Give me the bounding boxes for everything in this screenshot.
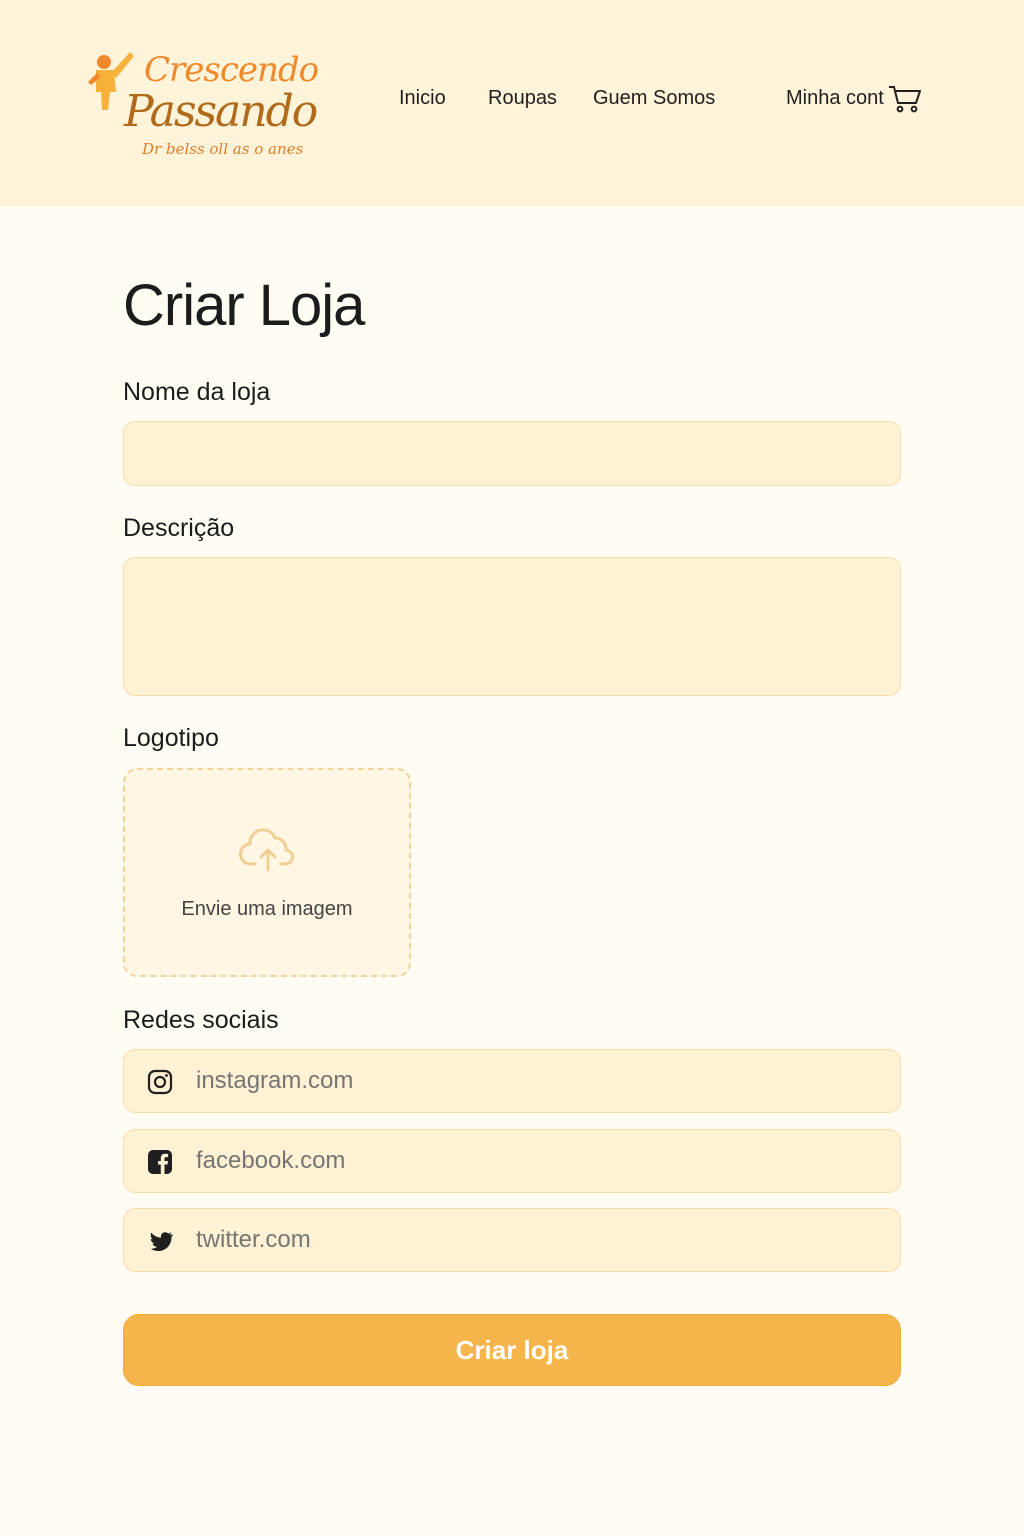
social-networks-label: Redes sociais	[123, 1006, 279, 1034]
brand-name-line2: Passando	[124, 86, 318, 137]
brand-name-line1: Crescendo	[144, 50, 319, 90]
site-header: Crescendo Passando Dr belss oll as o ane…	[0, 0, 1024, 206]
logo-label: Logotipo	[123, 724, 219, 752]
page-title: Criar Loja	[123, 273, 365, 338]
store-name-input[interactable]	[123, 421, 901, 486]
cart-icon[interactable]	[888, 84, 922, 114]
facebook-icon	[148, 1150, 172, 1174]
twitter-field	[123, 1208, 901, 1272]
store-name-label: Nome da loja	[123, 378, 271, 406]
instagram-field	[123, 1049, 901, 1113]
instagram-input[interactable]	[196, 1050, 886, 1112]
twitter-icon	[150, 1232, 173, 1251]
facebook-field	[123, 1129, 901, 1193]
create-store-button[interactable]: Criar loja	[123, 1314, 901, 1386]
upload-instruction: Envie uma imagem	[181, 898, 353, 920]
brand-tagline: Dr belss oll as o anes	[142, 140, 304, 158]
description-textarea[interactable]	[123, 557, 901, 696]
brand-logo[interactable]: Crescendo Passando Dr belss oll as o ane…	[86, 46, 319, 166]
cloud-upload-icon	[239, 828, 294, 872]
instagram-icon	[147, 1069, 173, 1095]
nav-link-roupas[interactable]: Roupas	[488, 87, 557, 110]
nav-link-minha-conta[interactable]: Minha cont	[786, 87, 884, 110]
facebook-input[interactable]	[196, 1130, 886, 1192]
nav-link-inicio[interactable]: Inicio	[399, 87, 446, 110]
nav-link-quem-somos[interactable]: Guem Somos	[593, 87, 715, 110]
description-label: Descrição	[123, 514, 235, 542]
logo-upload-dropzone[interactable]: Envie uma imagem	[123, 768, 411, 977]
twitter-input[interactable]	[196, 1209, 886, 1271]
